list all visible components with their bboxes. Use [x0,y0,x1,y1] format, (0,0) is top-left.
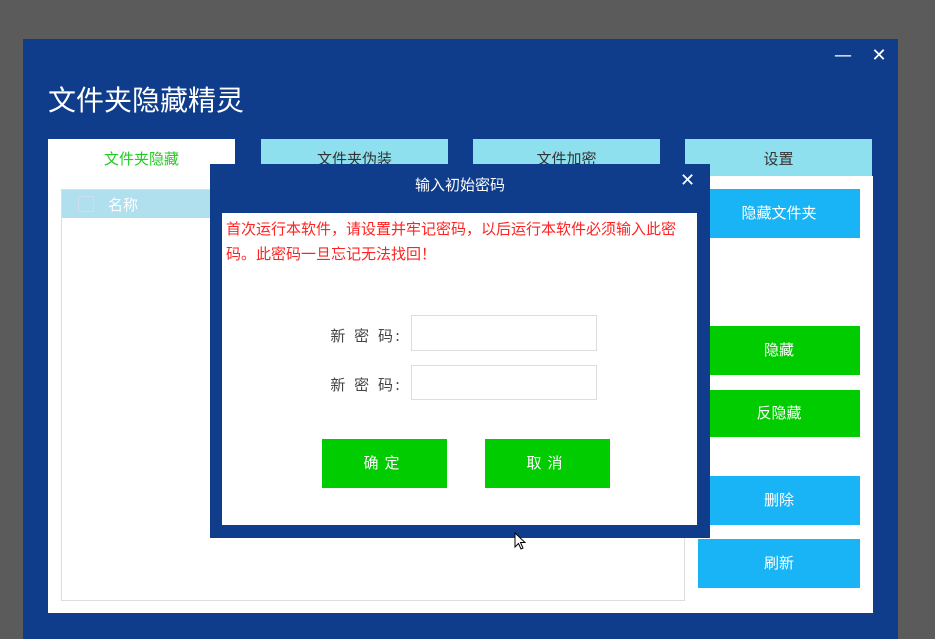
tab-folder-hide[interactable]: 文件夹隐藏 [48,139,235,176]
minimize-button[interactable]: — [828,45,858,66]
ok-button[interactable]: 确定 [322,439,447,488]
dialog-close-icon[interactable]: ✕ [680,170,695,191]
select-all-checkbox[interactable] [78,196,94,212]
warning-message: 首次运行本软件，请设置并牢记密码，以后运行本软件必须输入此密码。此密码一旦忘记无… [226,220,677,263]
hide-folder-button[interactable]: 隐藏文件夹 [698,189,860,238]
delete-button[interactable]: 删除 [698,476,860,525]
refresh-button[interactable]: 刷新 [698,539,860,588]
dialog-body: 首次运行本软件，请设置并牢记密码，以后运行本软件必须输入此密码。此密码一旦忘记无… [222,213,697,525]
cancel-button[interactable]: 取消 [485,439,610,488]
unhide-button[interactable]: 反隐藏 [698,390,860,437]
dialog-title: 输入初始密码 [414,176,505,194]
mouse-cursor-icon [514,532,527,550]
close-button[interactable]: ✕ [864,45,894,66]
password-dialog: 输入初始密码 ✕ 首次运行本软件，请设置并牢记密码，以后运行本软件必须输入此密码… [210,164,710,538]
confirm-password-input[interactable] [411,365,597,400]
new-password-input[interactable] [411,315,597,351]
tab-settings[interactable]: 设置 [685,139,872,176]
confirm-password-label: 新 密 码: [330,376,402,394]
app-title: 文件夹隐藏精灵 [48,84,245,117]
hide-button[interactable]: 隐藏 [698,326,860,375]
new-password-label: 新 密 码: [330,327,402,345]
column-name: 名称 [108,196,139,214]
